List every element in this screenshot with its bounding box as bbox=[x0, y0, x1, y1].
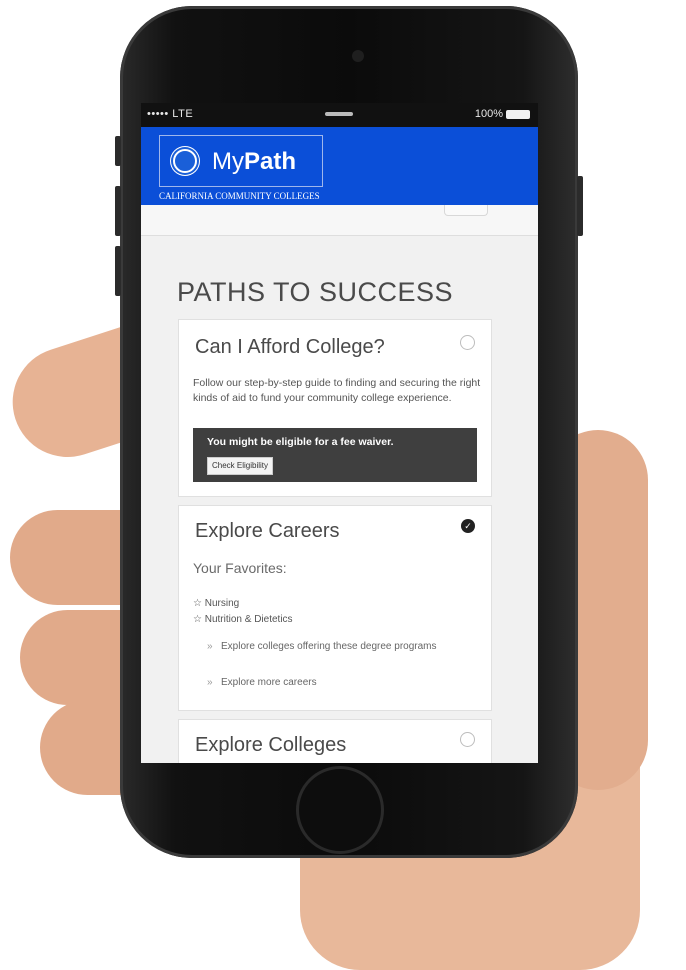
radio-unchecked-icon[interactable] bbox=[460, 732, 475, 747]
arrow-icon: » bbox=[207, 641, 213, 652]
mypath-logo[interactable]: MyPath bbox=[159, 135, 323, 187]
status-bar: ••••• LTE 100% bbox=[141, 103, 538, 127]
card-title: Explore Careers bbox=[195, 520, 340, 542]
phone-screen: ••••• LTE 100% MyPath CALIFORNIA COMMUNI… bbox=[141, 103, 538, 763]
volume-button bbox=[115, 246, 121, 296]
checkmark-icon[interactable]: ✓ bbox=[461, 519, 475, 533]
card-explore-careers[interactable]: Explore Careers ✓ Your Favorites: ☆ Nurs… bbox=[178, 505, 492, 711]
favorite-item[interactable]: ☆ Nutrition & Dietetics bbox=[193, 614, 293, 625]
check-eligibility-button[interactable]: Check Eligibility bbox=[207, 457, 274, 475]
battery-status: 100% bbox=[475, 108, 530, 120]
card-description: Follow our step-by-step guide to finding… bbox=[193, 377, 481, 404]
status-pill bbox=[325, 112, 353, 116]
fee-waiver-text: You might be eligible for a fee waiver. bbox=[207, 436, 394, 448]
favorite-label: Nursing bbox=[204, 598, 240, 609]
volume-button bbox=[115, 136, 121, 166]
favorites-heading: Your Favorites: bbox=[193, 560, 287, 576]
card-explore-colleges[interactable]: Explore Colleges bbox=[178, 719, 492, 763]
card-title: Can I Afford College? bbox=[195, 336, 385, 358]
favorite-item[interactable]: ☆ Nursing bbox=[193, 598, 239, 609]
carrier-signal: ••••• LTE bbox=[147, 108, 194, 120]
arrow-icon: » bbox=[207, 677, 213, 688]
college-seal-icon bbox=[170, 146, 200, 176]
app-header: MyPath CALIFORNIA COMMUNITY COLLEGES bbox=[141, 127, 538, 205]
header-sub-bar bbox=[141, 205, 538, 236]
star-icon: ☆ bbox=[193, 598, 202, 609]
card-afford-college[interactable]: Can I Afford College? Follow our step-by… bbox=[178, 319, 492, 497]
favorite-label: Nutrition & Dietetics bbox=[204, 614, 293, 625]
card-title: Explore Colleges bbox=[195, 734, 347, 756]
battery-percent: 100% bbox=[474, 108, 503, 120]
explore-colleges-link[interactable]: » Explore colleges offering these degree … bbox=[207, 640, 471, 654]
menu-toggle-tab[interactable] bbox=[444, 205, 488, 216]
star-icon: ☆ bbox=[193, 614, 202, 625]
radio-unchecked-icon[interactable] bbox=[460, 335, 475, 350]
front-camera bbox=[352, 50, 364, 62]
power-button bbox=[577, 176, 583, 236]
logo-wordmark: MyPath bbox=[212, 148, 297, 175]
page-title: PATHS TO SUCCESS bbox=[177, 277, 454, 307]
battery-icon bbox=[506, 109, 530, 119]
explore-careers-link[interactable]: » Explore more careers bbox=[207, 676, 471, 690]
fee-waiver-banner: You might be eligible for a fee waiver. … bbox=[193, 428, 477, 482]
link-label: Explore more careers bbox=[221, 677, 317, 688]
logo-subtitle: CALIFORNIA COMMUNITY COLLEGES bbox=[159, 191, 320, 201]
volume-button bbox=[115, 186, 121, 236]
home-button[interactable] bbox=[296, 766, 384, 854]
link-label: Explore colleges offering these degree p… bbox=[221, 641, 437, 652]
